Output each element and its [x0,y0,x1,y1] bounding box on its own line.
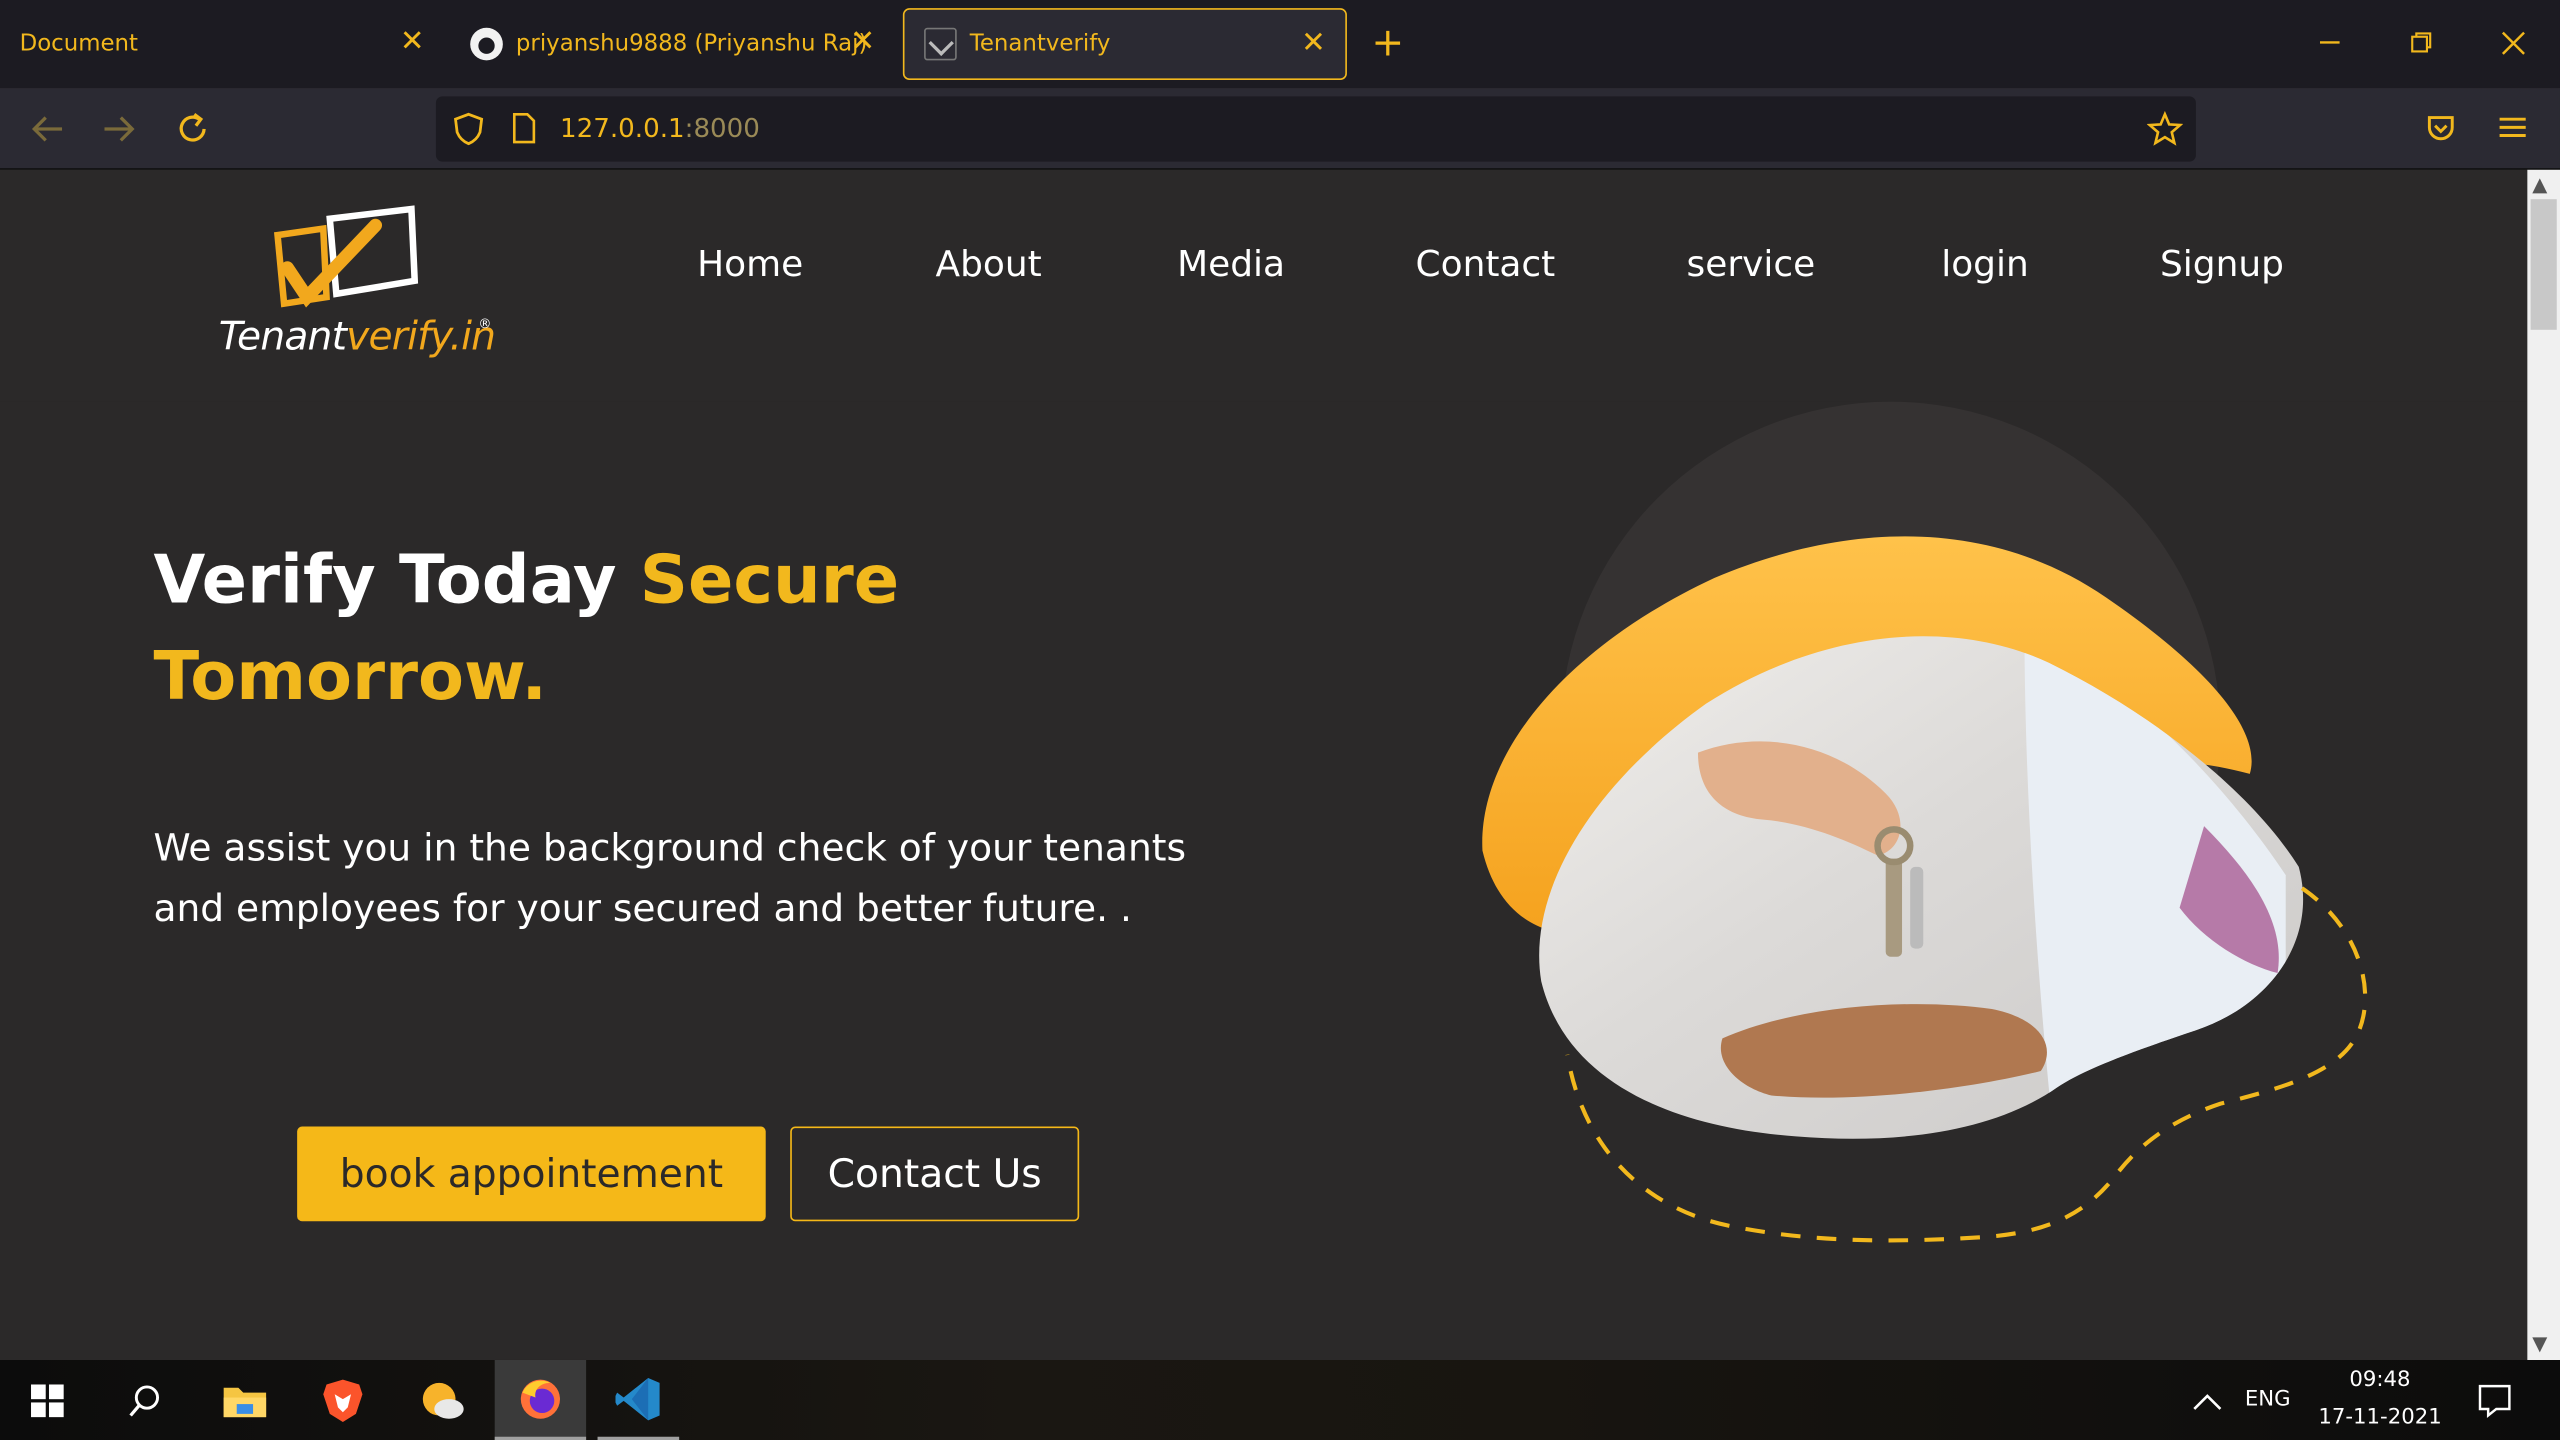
menu-about[interactable]: About [936,245,1042,286]
navigation-toolbar: 127.0.0.1:8000 [0,88,2560,170]
tab-title: Document [19,31,139,58]
vscode-icon [615,1377,660,1420]
menu-hamburger-icon[interactable] [2498,114,2527,140]
file-explorer-button[interactable] [204,1360,286,1440]
notification-center-icon[interactable] [2477,1383,2513,1419]
windows-taskbar: ENG 09:48 17-11-2021 [0,1359,2560,1440]
windows-logo-icon [31,1383,64,1417]
close-tab-icon[interactable]: ✕ [1301,29,1326,58]
menu-home[interactable]: Home [697,245,803,286]
search-button[interactable] [104,1360,186,1440]
hero-title: Verify Today Secure Tomorrow. [153,532,969,725]
minimize-icon[interactable] [2318,29,2341,52]
scroll-thumb[interactable] [2530,199,2557,330]
menu-contact[interactable]: Contact [1416,245,1556,286]
clock-time[interactable]: 09:48 [2349,1368,2410,1392]
menu-service[interactable]: service [1687,245,1816,286]
tenantverify-logo[interactable]: Tenantverify.in ® [212,189,506,369]
url-host: 127.0.0.1 [559,112,685,144]
hero-subtitle: We assist you in the background check of… [153,827,1187,931]
hero-title-white: Verify Today [153,540,640,619]
scroll-up-icon[interactable]: ▲ [2532,173,2547,196]
contact-us-button[interactable]: Contact Us [790,1126,1080,1222]
hero-section: Verify Today Secure Tomorrow. We assist … [0,401,2528,1360]
page-scrollbar[interactable]: ▲ ▼ [2527,169,2560,1360]
tenantverify-favicon-icon [924,27,957,61]
new-tab-button[interactable]: + [1371,20,1404,66]
search-icon [129,1384,160,1416]
brave-browser-button[interactable] [302,1360,384,1440]
weather-button[interactable] [400,1360,482,1440]
menu-login[interactable]: login [1941,245,2028,286]
folder-icon [223,1386,267,1417]
menu-media[interactable]: Media [1177,245,1285,286]
logo-text-main: Tenant [218,313,347,360]
tab-strip: Document ✕ priyanshu9888 (Priyanshu Raj)… [0,0,2560,89]
restore-icon[interactable] [2410,31,2433,54]
start-button[interactable] [7,1360,89,1440]
close-tab-icon[interactable]: ✕ [850,27,875,57]
bookmark-star-icon[interactable] [2146,111,2183,147]
github-icon [470,27,503,61]
tab-document[interactable]: Document ✕ [0,8,444,80]
tab-github[interactable]: priyanshu9888 (Priyanshu Raj) ✕ [451,8,895,80]
logo-text-accent: verify.in [346,313,496,360]
url-text[interactable]: 127.0.0.1:8000 [560,113,760,144]
pocket-icon[interactable] [2424,113,2457,146]
input-language[interactable]: ENG [2245,1388,2291,1412]
firefox-icon [520,1378,560,1418]
brave-icon [323,1378,363,1422]
weather-icon [422,1382,464,1418]
scroll-down-icon[interactable]: ▼ [2532,1332,2547,1355]
registered-mark: ® [478,316,492,332]
hero-illustration [1482,401,2368,1243]
vscode-button[interactable] [597,1360,680,1440]
menu-signup[interactable]: Signup [2160,245,2284,286]
tab-title: Tenantverify [969,31,1111,58]
url-port: :8000 [684,112,760,144]
back-icon[interactable] [29,113,65,146]
tab-title: priyanshu9888 (Priyanshu Raj) [515,31,868,58]
logo-wordmark: Tenantverify.in [218,313,496,360]
forward-icon[interactable] [101,113,137,146]
close-tab-icon[interactable]: ✕ [400,27,425,57]
page-icon [512,112,536,144]
reload-icon[interactable] [175,111,211,147]
shield-icon[interactable] [452,111,485,147]
site-header: Tenantverify.in ® Home About Media Conta… [0,169,2528,402]
close-window-icon[interactable] [2501,31,2525,55]
firefox-button[interactable] [494,1359,587,1440]
tab-tenantverify[interactable]: Tenantverify ✕ [902,8,1347,80]
clock-date[interactable]: 17-11-2021 [2318,1406,2441,1430]
url-bar[interactable]: 127.0.0.1:8000 [435,96,2196,162]
system-tray-chevron-icon[interactable] [2193,1393,2222,1413]
book-appointment-button[interactable]: book appointement [297,1126,766,1222]
